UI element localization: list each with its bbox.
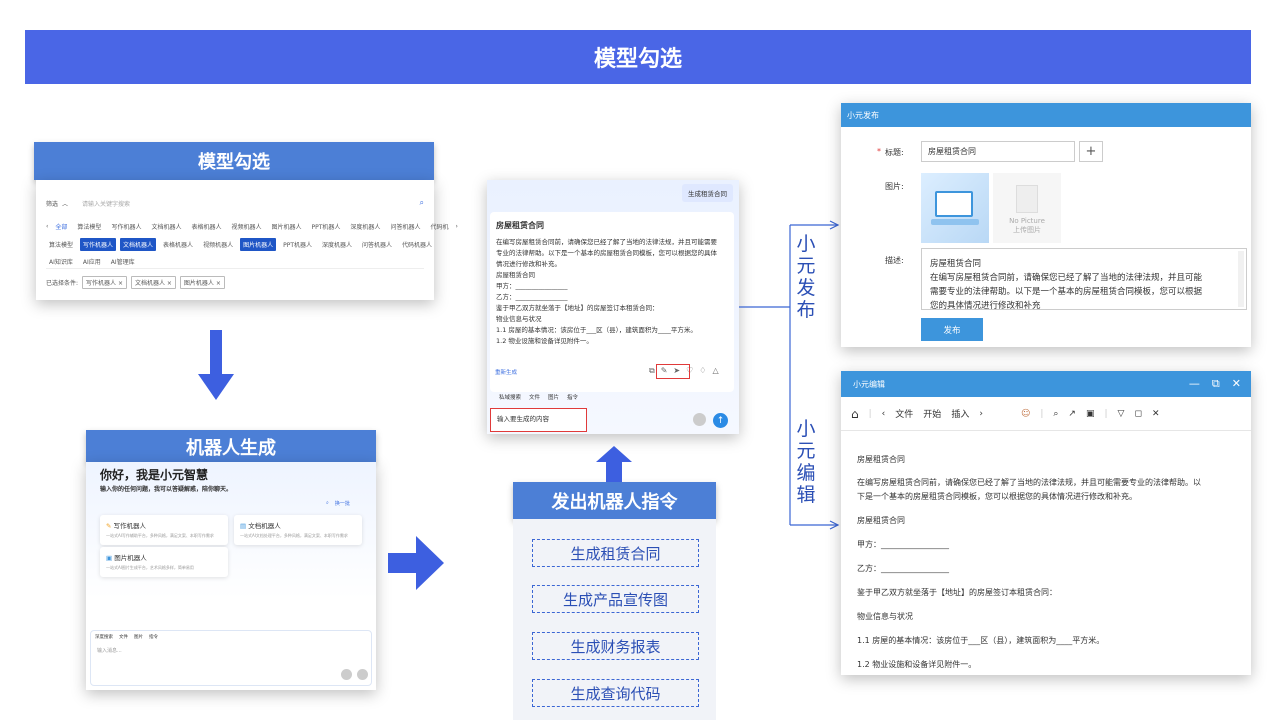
editor-toolbar: ⌂ | ‹ 文件 开始 插入 › ☺ | ⌕ ↗ ▣ | ▽ ◻ ✕ [841,397,1251,431]
label-char: 小 [796,418,816,440]
desc-line: 在编写房屋租赁合同前，请确保您已经了解了当地的法律法规，并且可能 [930,273,1203,283]
doc-line: 1.1 房屋的基本情况：该房位于___区（县），建筑面积为____平方米。 [857,636,1105,645]
doc-line: 在编写房屋租赁合同前，请确保您已经了解了当地的法律法规，并且可能需要专业的法律帮… [857,478,1201,487]
window-title: 小元编辑 [853,379,885,389]
chevron-left-icon[interactable]: ‹ [882,409,886,419]
add-button[interactable]: + [1079,141,1103,162]
window-titlebar: 小元编辑 — ⧉ ✕ [841,371,1251,397]
avatar[interactable]: ☺ [1021,409,1030,419]
menu-insert[interactable]: 插入 [951,407,969,420]
computer-illustration-icon [935,191,973,217]
window-controls: — ⧉ ✕ [1189,377,1251,391]
doc-line: 乙方：_________________ [857,564,949,573]
window-icon[interactable]: ◻ [1134,409,1141,419]
description-label: 描述: [885,256,904,265]
search-icon[interactable]: ⌕ [1053,409,1058,419]
label-char: 布 [796,299,816,321]
minimize-icon[interactable]: — [1189,377,1200,391]
publish-button[interactable]: 发布 [921,318,983,341]
close-icon[interactable]: ✕ [1232,377,1241,391]
title-label: 标题: [885,148,904,157]
upload-image-slot[interactable]: No Picture 上传图片 [993,173,1061,243]
menu-home[interactable]: 开始 [923,407,941,420]
close-icon[interactable]: ✕ [1152,409,1160,419]
label-publish: 小 元 发 布 [795,233,817,321]
dialog-title: 小元发布 [841,103,1251,127]
desc-line: 需要专业的法律帮助。以下是一个基本的房屋租赁合同模板，您可以根据 [930,287,1203,297]
no-picture-text: No Picture [1009,217,1045,225]
upload-image-text: 上传图片 [1013,226,1041,234]
present-icon[interactable]: ▣ [1086,409,1095,419]
label-char: 发 [796,277,816,299]
no-picture-icon [1016,185,1038,213]
menu-file[interactable]: 文件 [895,407,913,420]
divider: | [1104,408,1108,419]
doc-line: 房屋租赁合同 [857,455,905,464]
label-char: 小 [796,233,816,255]
image-label: 图片: [885,182,904,191]
doc-line: 甲方：_________________ [857,540,949,549]
label-edit: 小 元 编 辑 [795,418,817,506]
desc-line: 您的具体情况进行修改和补充 [930,301,1041,310]
doc-line: 房屋租赁合同 [857,516,905,525]
label-char: 辑 [796,484,816,506]
label-char: 编 [796,462,816,484]
divider: | [868,408,872,419]
illustration-base [931,219,979,225]
share-icon[interactable]: ↗ [1068,409,1076,419]
uploaded-image-thumbnail[interactable] [921,173,989,243]
scrollbar[interactable] [1238,251,1244,307]
doc-line: 鉴于甲乙双方就坐落于【地址】的房屋签订本租赁合同： [857,588,1057,597]
filter-icon[interactable]: ▽ [1118,409,1125,419]
desc-line: 房屋租赁合同 [930,259,982,269]
required-mark: * [877,147,881,156]
title-input[interactable]: 房屋租赁合同 [921,141,1075,162]
edit-window: 小元编辑 — ⧉ ✕ ⌂ | ‹ 文件 开始 插入 › ☺ | ⌕ ↗ ▣ | … [841,371,1251,675]
home-icon[interactable]: ⌂ [851,407,859,421]
maximize-icon[interactable]: ⧉ [1212,377,1220,391]
description-textarea[interactable]: 房屋租赁合同 在编写房屋租赁合同前，请确保您已经了解了当地的法律法规，并且可能 … [921,248,1247,310]
doc-line: 1.2 物业设施和设备详见附件一。 [857,660,977,669]
label-char: 元 [796,255,816,277]
doc-line: 物业信息与状况 [857,612,913,621]
label-char: 元 [796,440,816,462]
divider: | [1040,408,1044,419]
publish-dialog: 小元发布 * 标题: 房屋租赁合同 + 图片: No Picture 上传图片 … [841,103,1251,347]
chevron-right-icon[interactable]: › [979,409,983,419]
doc-line: 下是一个基本的房屋租赁合同模板，您可以根据您的具体情况进行修改和补充。 [857,492,1137,501]
